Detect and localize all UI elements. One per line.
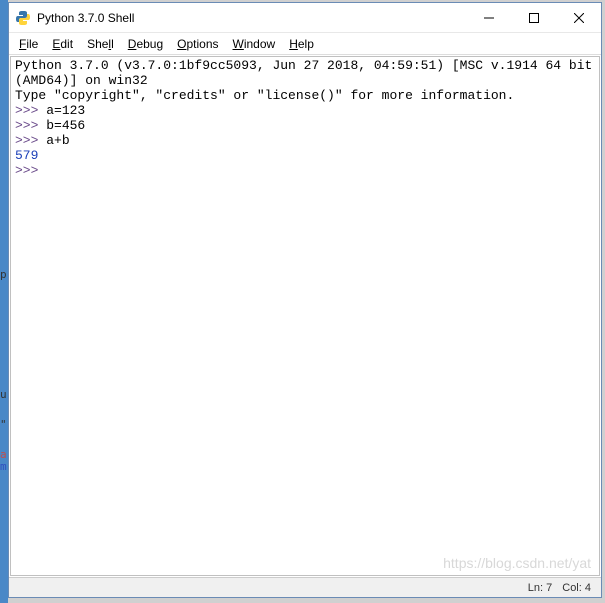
statusbar: Ln: 7 Col: 4 [9,577,601,597]
status-col: Col: 4 [562,582,591,594]
prompt: >>> [15,118,38,133]
input-line-3: a+b [46,133,69,148]
menu-help[interactable]: Help [289,37,314,51]
menu-file[interactable]: File [19,37,38,51]
prompt: >>> [15,133,38,148]
close-button[interactable] [556,3,601,32]
menubar: File Edit Shell Debug Options Window Hel… [9,33,601,55]
input-line-2: b=456 [46,118,85,133]
menu-debug[interactable]: Debug [128,37,163,51]
status-ln: Ln: 7 [528,582,552,594]
app-window: Python 3.7.0 Shell File Edit Shell Debug… [8,2,602,598]
python-icon [15,10,31,26]
maximize-button[interactable] [511,3,556,32]
shell-header-1: Python 3.7.0 (v3.7.0:1bf9cc5093, Jun 27 … [15,58,600,88]
minimize-button[interactable] [466,3,511,32]
menu-options[interactable]: Options [177,37,218,51]
window-controls [466,3,601,32]
menu-shell[interactable]: Shell [87,37,114,51]
shell-content[interactable]: Python 3.7.0 (v3.7.0:1bf9cc5093, Jun 27 … [10,56,600,576]
input-line-1: a=123 [46,103,85,118]
prompt: >>> [15,103,38,118]
menu-edit[interactable]: Edit [52,37,73,51]
output-result: 579 [15,148,38,163]
watermark-text: https://blog.csdn.net/yat [443,555,591,571]
titlebar[interactable]: Python 3.7.0 Shell [9,3,601,33]
window-title: Python 3.7.0 Shell [37,11,466,25]
menu-window[interactable]: Window [233,37,276,51]
prompt: >>> [15,163,38,178]
shell-header-2: Type "copyright", "credits" or "license(… [15,88,514,103]
